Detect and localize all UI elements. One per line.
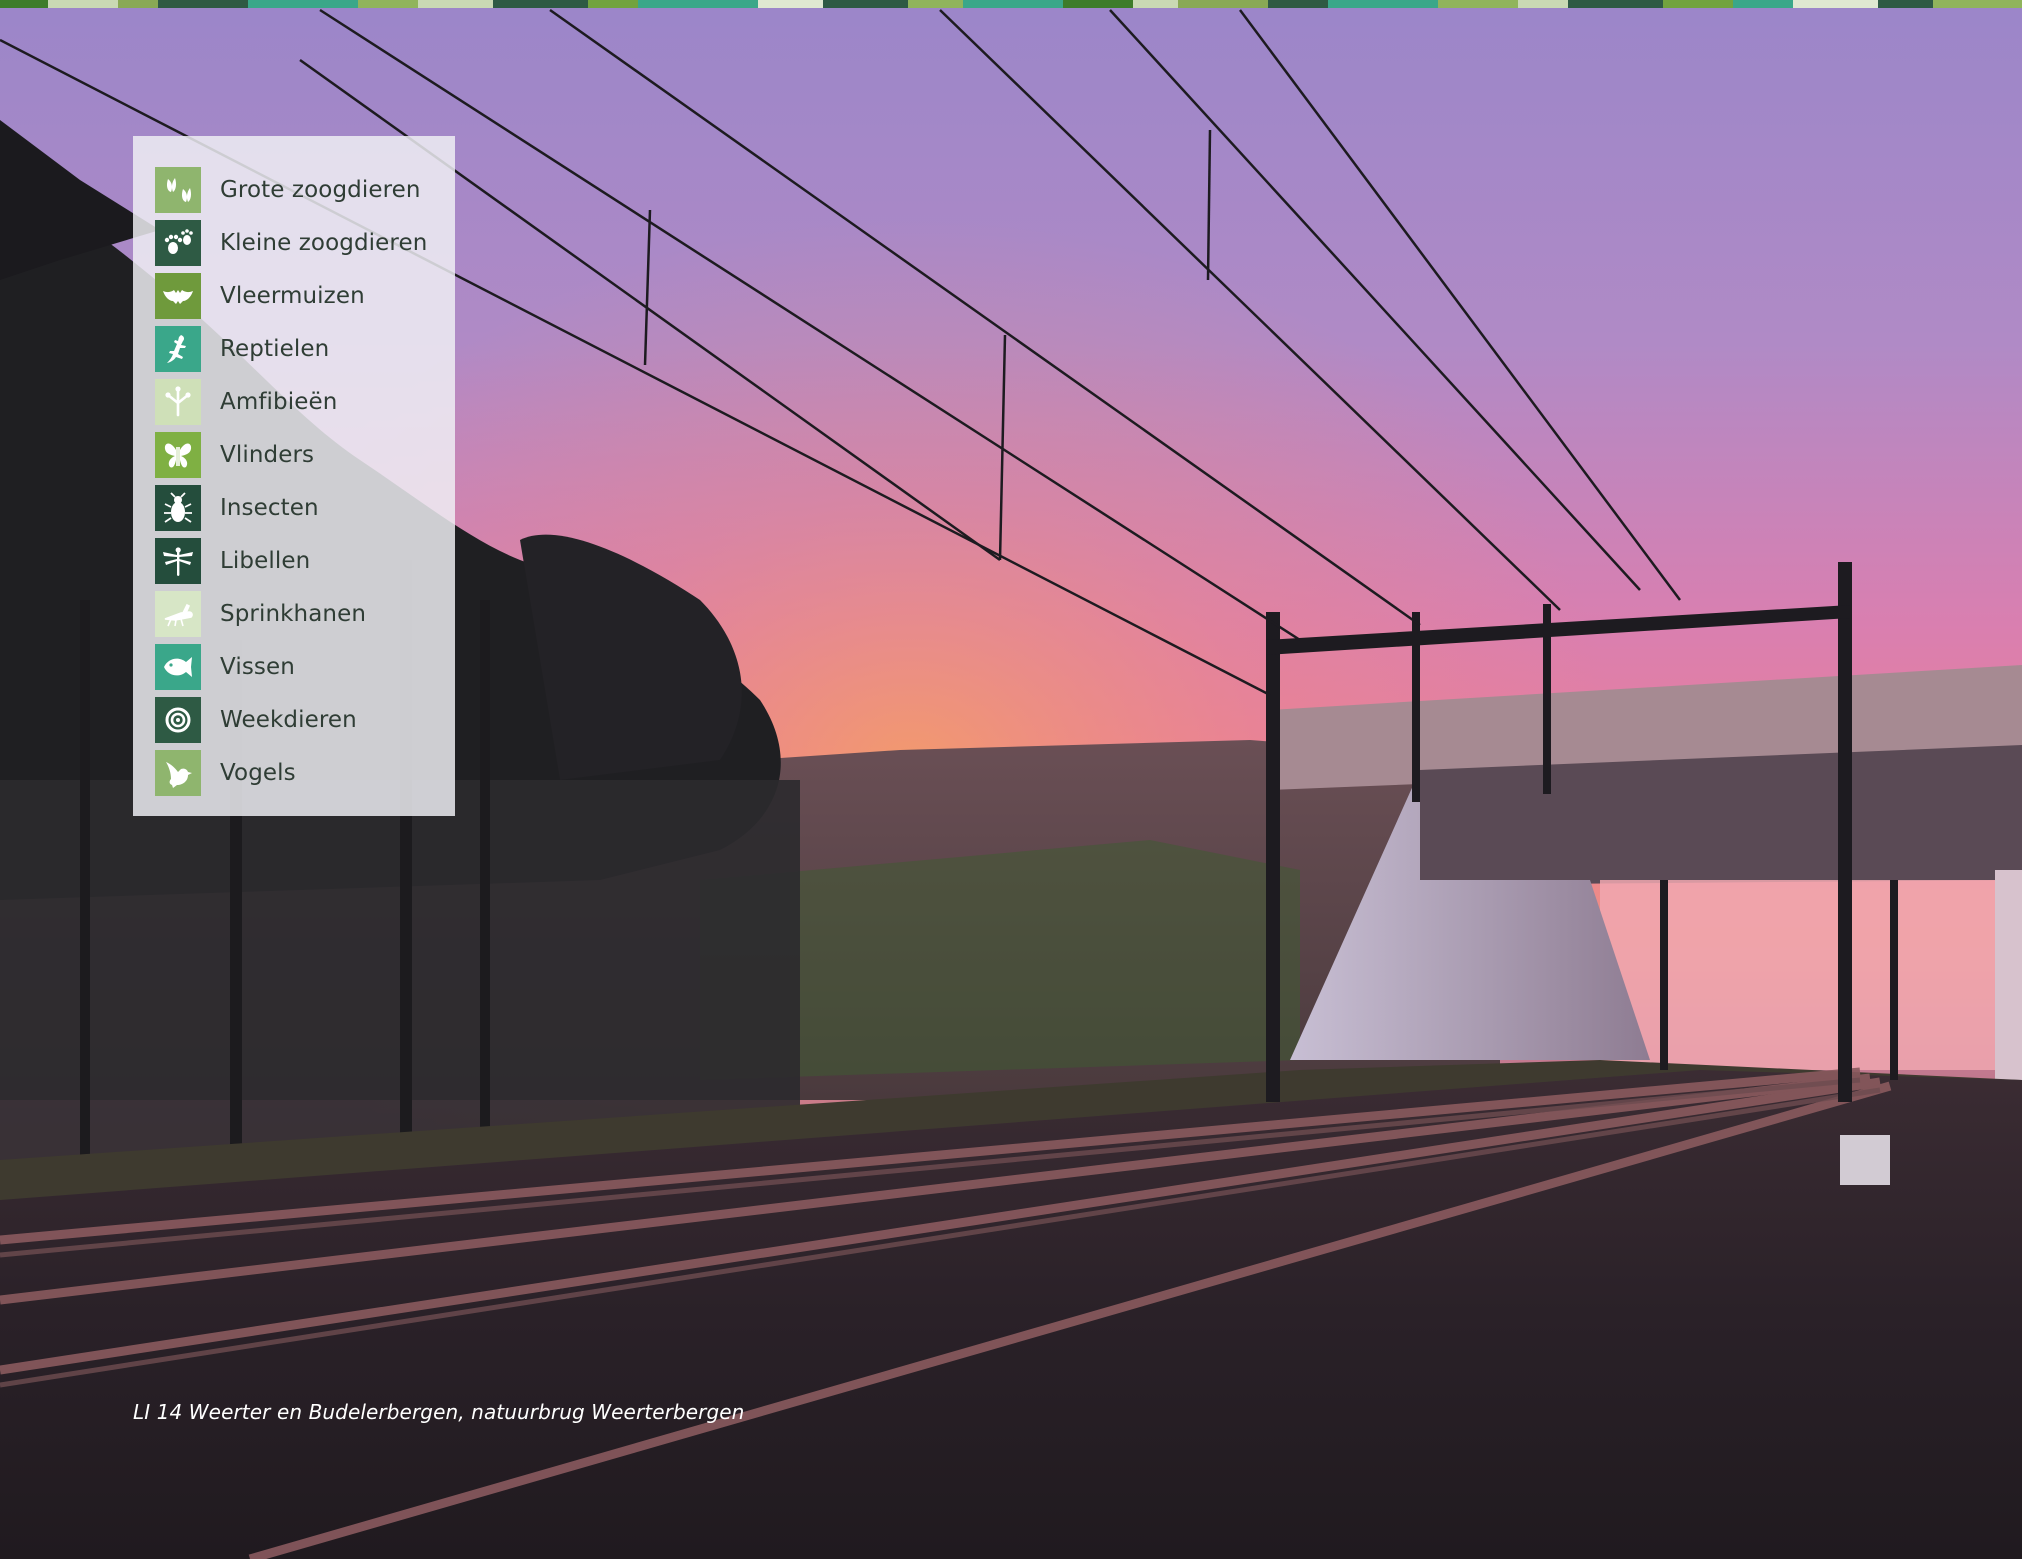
strip-segment bbox=[1568, 0, 1663, 8]
strip-segment bbox=[1733, 0, 1793, 8]
grasshopper-icon bbox=[155, 591, 201, 637]
strip-segment bbox=[1133, 0, 1178, 8]
strip-segment bbox=[358, 0, 418, 8]
strip-segment bbox=[1438, 0, 1518, 8]
strip-segment bbox=[248, 0, 358, 8]
legend-label: Amfibieën bbox=[220, 389, 338, 415]
butterfly-icon bbox=[155, 432, 201, 478]
legend-item: Vleermuizen bbox=[155, 273, 365, 319]
strip-segment bbox=[638, 0, 758, 8]
frog-foot-icon bbox=[155, 379, 201, 425]
strip-segment bbox=[1063, 0, 1133, 8]
strip-segment bbox=[1933, 0, 2022, 8]
legend-label: Vleermuizen bbox=[220, 283, 365, 309]
legend-label: Insecten bbox=[220, 495, 319, 521]
strip-segment bbox=[1663, 0, 1733, 8]
legend-label: Grote zoogdieren bbox=[220, 177, 421, 203]
legend-label: Reptielen bbox=[220, 336, 330, 362]
legend-label: Vlinders bbox=[220, 442, 315, 468]
photo-caption: LI 14 Weerter en Budelerbergen, natuurbr… bbox=[133, 1400, 745, 1424]
legend-item: Reptielen bbox=[155, 326, 329, 372]
strip-segment bbox=[1178, 0, 1268, 8]
top-color-strip bbox=[0, 0, 2022, 8]
pawprint-icon bbox=[155, 220, 201, 266]
legend-label: Vogels bbox=[220, 760, 296, 786]
strip-segment bbox=[0, 0, 48, 8]
strip-segment bbox=[48, 0, 118, 8]
strip-segment bbox=[118, 0, 158, 8]
fish-icon bbox=[155, 644, 201, 690]
species-legend: Grote zoogdieren Kleine zoogdieren Vleermu… bbox=[133, 136, 455, 816]
dragonfly-icon bbox=[155, 538, 201, 584]
strip-segment bbox=[418, 0, 493, 8]
snail-icon bbox=[155, 697, 201, 743]
legend-item: Vlinders bbox=[155, 432, 314, 478]
strip-segment bbox=[1793, 0, 1878, 8]
strip-segment bbox=[963, 0, 1063, 8]
legend-item: Libellen bbox=[155, 538, 310, 584]
beetle-icon bbox=[155, 485, 201, 531]
strip-segment bbox=[1878, 0, 1933, 8]
legend-label: Vissen bbox=[220, 654, 295, 680]
legend-item: Amfibieën bbox=[155, 379, 337, 425]
legend-item: Kleine zoogdieren bbox=[155, 220, 427, 266]
hoofprint-icon bbox=[155, 167, 201, 213]
strip-segment bbox=[1328, 0, 1438, 8]
strip-segment bbox=[158, 0, 248, 8]
legend-label: Weekdieren bbox=[220, 707, 357, 733]
lizard-icon bbox=[155, 326, 201, 372]
legend-item: Vogels bbox=[155, 750, 296, 796]
strip-segment bbox=[908, 0, 963, 8]
strip-segment bbox=[1518, 0, 1568, 8]
strip-segment bbox=[588, 0, 638, 8]
legend-label: Libellen bbox=[220, 548, 311, 574]
strip-segment bbox=[823, 0, 908, 8]
legend-item: Sprinkhanen bbox=[155, 591, 366, 637]
legend-item: Vissen bbox=[155, 644, 295, 690]
strip-segment bbox=[758, 0, 823, 8]
legend-item: Weekdieren bbox=[155, 697, 357, 743]
bird-icon bbox=[155, 750, 201, 796]
strip-segment bbox=[493, 0, 588, 8]
legend-item: Grote zoogdieren bbox=[155, 167, 421, 213]
legend-item: Insecten bbox=[155, 485, 319, 531]
strip-segment bbox=[1268, 0, 1328, 8]
legend-label: Kleine zoogdieren bbox=[220, 230, 428, 256]
legend-label: Sprinkhanen bbox=[220, 601, 367, 627]
bat-icon bbox=[155, 273, 201, 319]
